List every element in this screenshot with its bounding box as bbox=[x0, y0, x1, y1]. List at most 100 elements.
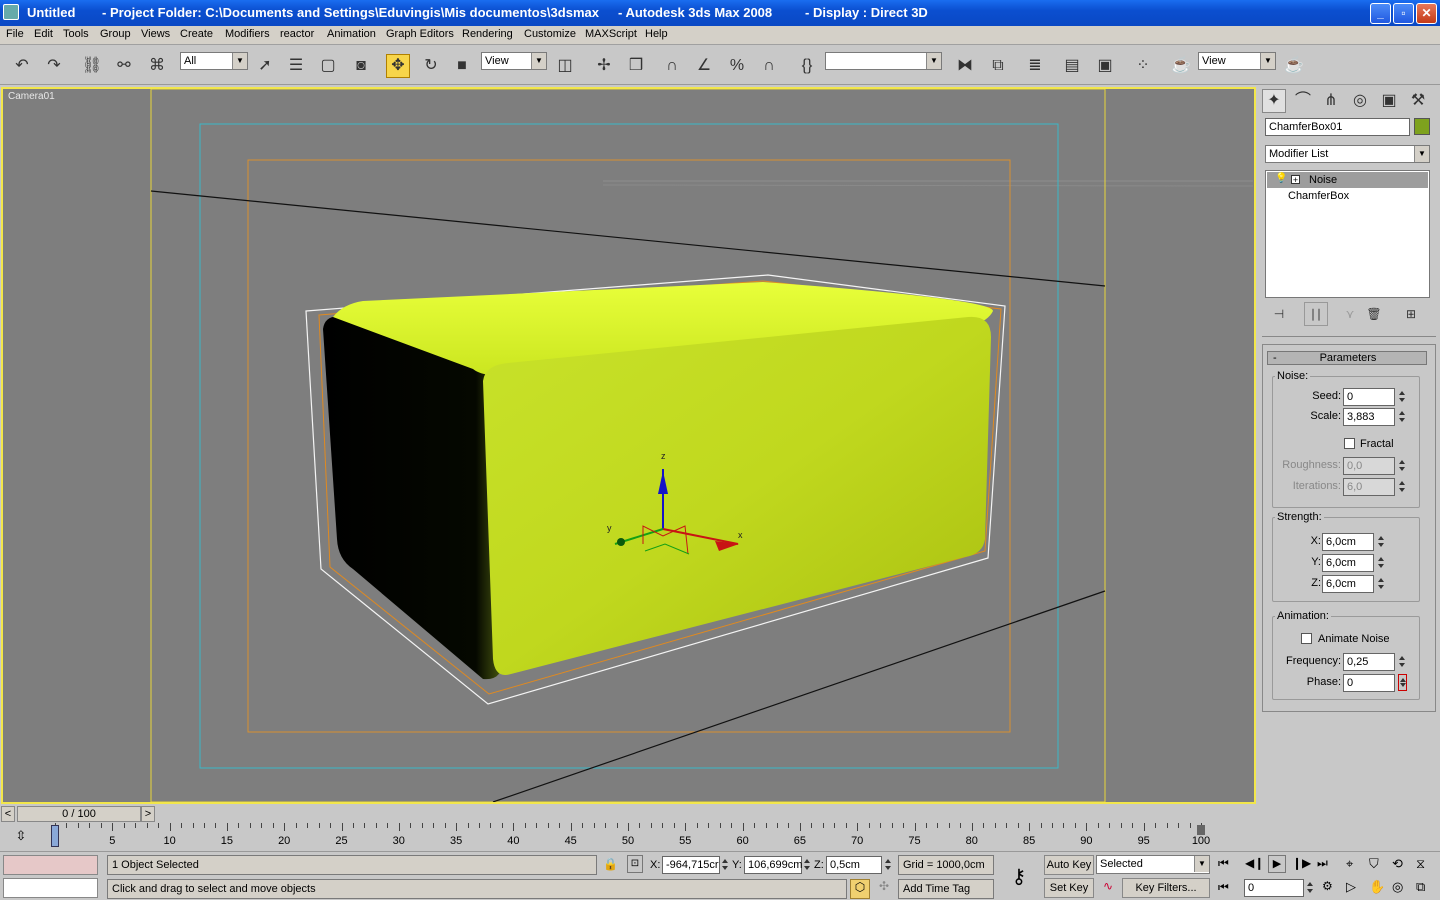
object-color-swatch[interactable] bbox=[1414, 118, 1430, 135]
key-mode-dropdown[interactable]: Selected ▼ bbox=[1096, 855, 1210, 874]
prev-frame-icon[interactable]: ◀❙ bbox=[1245, 856, 1264, 870]
current-frame-spinner[interactable] bbox=[1306, 879, 1315, 896]
align-icon[interactable]: ⧉ bbox=[986, 54, 1010, 78]
add-time-tag-button[interactable]: Add Time Tag bbox=[898, 879, 994, 899]
scale-spinner[interactable] bbox=[1398, 408, 1407, 425]
menu-reactor[interactable]: reactor bbox=[280, 28, 314, 40]
utilities-panel-icon[interactable]: ⚒ bbox=[1406, 89, 1430, 113]
pivot-center-icon[interactable]: ◫ bbox=[553, 54, 577, 78]
iterations-spinner[interactable] bbox=[1398, 478, 1407, 495]
play-icon[interactable]: ▶ bbox=[1268, 855, 1286, 873]
camera-viewport[interactable]: Camera01 z y x bbox=[1, 87, 1256, 804]
reference-coordinate-dropdown[interactable]: View ▼ bbox=[481, 52, 547, 70]
hierarchy-panel-icon[interactable]: ⋔ bbox=[1319, 89, 1343, 113]
dolly-icon[interactable]: ▷ bbox=[1346, 879, 1356, 895]
select-and-scale-icon[interactable]: ■ bbox=[450, 54, 474, 78]
roughness-field[interactable]: 0,0 bbox=[1343, 457, 1395, 475]
phase-spinner[interactable] bbox=[1398, 674, 1407, 691]
minimize-button[interactable]: _ bbox=[1370, 3, 1391, 24]
menu-maxscript[interactable]: MAXScript bbox=[585, 28, 637, 40]
coord-z-spinner[interactable] bbox=[884, 856, 893, 873]
coord-x-spinner[interactable] bbox=[721, 856, 730, 873]
select-object-icon[interactable]: ➚ bbox=[253, 54, 277, 78]
undo-icon[interactable]: ↶ bbox=[10, 54, 34, 78]
next-frame-arrow[interactable]: > bbox=[141, 806, 155, 822]
unlink-icon[interactable]: ⚯ bbox=[112, 54, 136, 78]
coord-y-spinner[interactable] bbox=[803, 856, 812, 873]
frequency-field[interactable]: 0,25 bbox=[1343, 653, 1395, 671]
key-curve-icon[interactable]: ∿ bbox=[1098, 879, 1118, 898]
menu-help[interactable]: Help bbox=[645, 28, 668, 40]
rectangular-selection-icon[interactable]: ▢ bbox=[316, 54, 340, 78]
strength-y-field[interactable]: 6,0cm bbox=[1322, 554, 1374, 572]
mirror-icon[interactable]: ⧓ bbox=[953, 54, 977, 78]
modify-panel-icon[interactable]: ⌒ bbox=[1291, 89, 1315, 113]
scale-field[interactable]: 3,883 bbox=[1343, 408, 1395, 426]
orbit-camera-icon[interactable]: ◎ bbox=[1392, 879, 1403, 895]
menu-customize[interactable]: Customize bbox=[524, 28, 576, 40]
spinner-snap-icon[interactable]: ∩ bbox=[757, 54, 781, 78]
redo-icon[interactable]: ↷ bbox=[42, 54, 66, 78]
strength-x-spinner[interactable] bbox=[1377, 533, 1386, 550]
configure-modifier-sets-icon[interactable]: ⊞ bbox=[1399, 302, 1423, 326]
time-tag-icon[interactable]: ✣ bbox=[875, 879, 893, 899]
edit-named-selection-icon[interactable]: {} bbox=[795, 54, 819, 78]
maximize-button[interactable]: ▫ bbox=[1393, 3, 1414, 24]
menu-graph-editors[interactable]: Graph Editors bbox=[386, 28, 454, 40]
render-setup-icon[interactable]: ☕ bbox=[1169, 54, 1193, 78]
zoom-icon[interactable]: ⌖ bbox=[1346, 856, 1353, 872]
current-frame-marker[interactable] bbox=[51, 825, 59, 847]
coord-x-field[interactable]: -964,715cr bbox=[662, 856, 720, 874]
material-editor-icon[interactable]: ⁘ bbox=[1131, 54, 1155, 78]
pan-icon[interactable]: ✋ bbox=[1369, 879, 1385, 895]
lock-icon[interactable]: 🔒 bbox=[603, 857, 618, 871]
curve-editor-icon[interactable]: ▤ bbox=[1060, 54, 1084, 78]
close-button[interactable]: ✕ bbox=[1416, 3, 1437, 24]
auto-key-button[interactable]: Auto Key bbox=[1044, 855, 1094, 875]
object-name-field[interactable]: ChamferBox01 bbox=[1265, 118, 1410, 136]
set-key-icon[interactable]: ⚷ bbox=[1002, 862, 1036, 892]
coord-y-field[interactable]: 106,699cm bbox=[744, 856, 802, 874]
strength-x-field[interactable]: 6,0cm bbox=[1322, 533, 1374, 551]
schematic-view-icon[interactable]: ▣ bbox=[1093, 54, 1117, 78]
percent-snap-icon[interactable]: % bbox=[725, 54, 749, 78]
expand-icon[interactable]: + bbox=[1291, 175, 1300, 185]
selection-cube-icon[interactable]: ⬡ bbox=[850, 879, 870, 899]
motion-panel-icon[interactable]: ◎ bbox=[1348, 89, 1372, 113]
layer-manager-icon[interactable]: ≣ bbox=[1023, 54, 1047, 78]
fractal-checkbox[interactable] bbox=[1344, 438, 1355, 449]
select-and-rotate-icon[interactable]: ↻ bbox=[419, 54, 443, 78]
keyboard-shortcut-override-icon[interactable]: ❒ bbox=[624, 54, 648, 78]
goto-end-icon[interactable]: ⏭ bbox=[1317, 856, 1328, 871]
lightbulb-icon[interactable]: 💡 bbox=[1275, 173, 1287, 184]
remove-modifier-icon[interactable]: 🗑 bbox=[1362, 302, 1386, 326]
angle-snap-icon[interactable]: ∠ bbox=[692, 54, 716, 78]
manipulate-icon[interactable]: ✢ bbox=[592, 54, 616, 78]
fov-icon[interactable]: ⧖ bbox=[1416, 856, 1425, 872]
absolute-mode-icon[interactable]: ⊡ bbox=[627, 855, 643, 873]
display-panel-icon[interactable]: ▣ bbox=[1377, 89, 1401, 113]
seed-spinner[interactable] bbox=[1398, 388, 1407, 405]
current-frame-field[interactable]: 0 bbox=[1244, 879, 1304, 897]
render-area-dropdown[interactable]: View ▼ bbox=[1198, 52, 1276, 70]
menu-modifiers[interactable]: Modifiers bbox=[225, 28, 270, 40]
goto-start-icon[interactable]: ⏮ bbox=[1218, 856, 1229, 871]
make-unique-icon[interactable]: ⋎ bbox=[1338, 302, 1362, 326]
named-selection-sets-dropdown[interactable]: ▼ bbox=[825, 52, 942, 70]
stack-item-noise[interactable]: 💡 + Noise bbox=[1267, 172, 1428, 188]
strength-y-spinner[interactable] bbox=[1377, 554, 1386, 571]
set-key-button[interactable]: Set Key bbox=[1044, 878, 1094, 898]
menu-views[interactable]: Views bbox=[141, 28, 170, 40]
iterations-field[interactable]: 6,0 bbox=[1343, 478, 1395, 496]
selection-filter-dropdown[interactable]: All ▼ bbox=[180, 52, 248, 70]
prev-frame-arrow[interactable]: < bbox=[1, 806, 15, 822]
select-and-move-icon[interactable]: ✥ bbox=[386, 54, 410, 78]
menu-edit[interactable]: Edit bbox=[34, 28, 53, 40]
time-slider-thumb[interactable]: 0 / 100 bbox=[17, 806, 141, 822]
zoom-all-icon[interactable]: ⛉ bbox=[1369, 856, 1379, 872]
stack-item-chamferbox[interactable]: ChamferBox bbox=[1288, 190, 1349, 202]
snaps-toggle-icon[interactable]: ∩ bbox=[660, 54, 684, 78]
maximize-viewport-icon[interactable]: ⧉ bbox=[1416, 879, 1425, 895]
key-filters-button[interactable]: Key Filters... bbox=[1122, 878, 1210, 898]
window-crossing-icon[interactable]: ◙ bbox=[349, 54, 373, 78]
